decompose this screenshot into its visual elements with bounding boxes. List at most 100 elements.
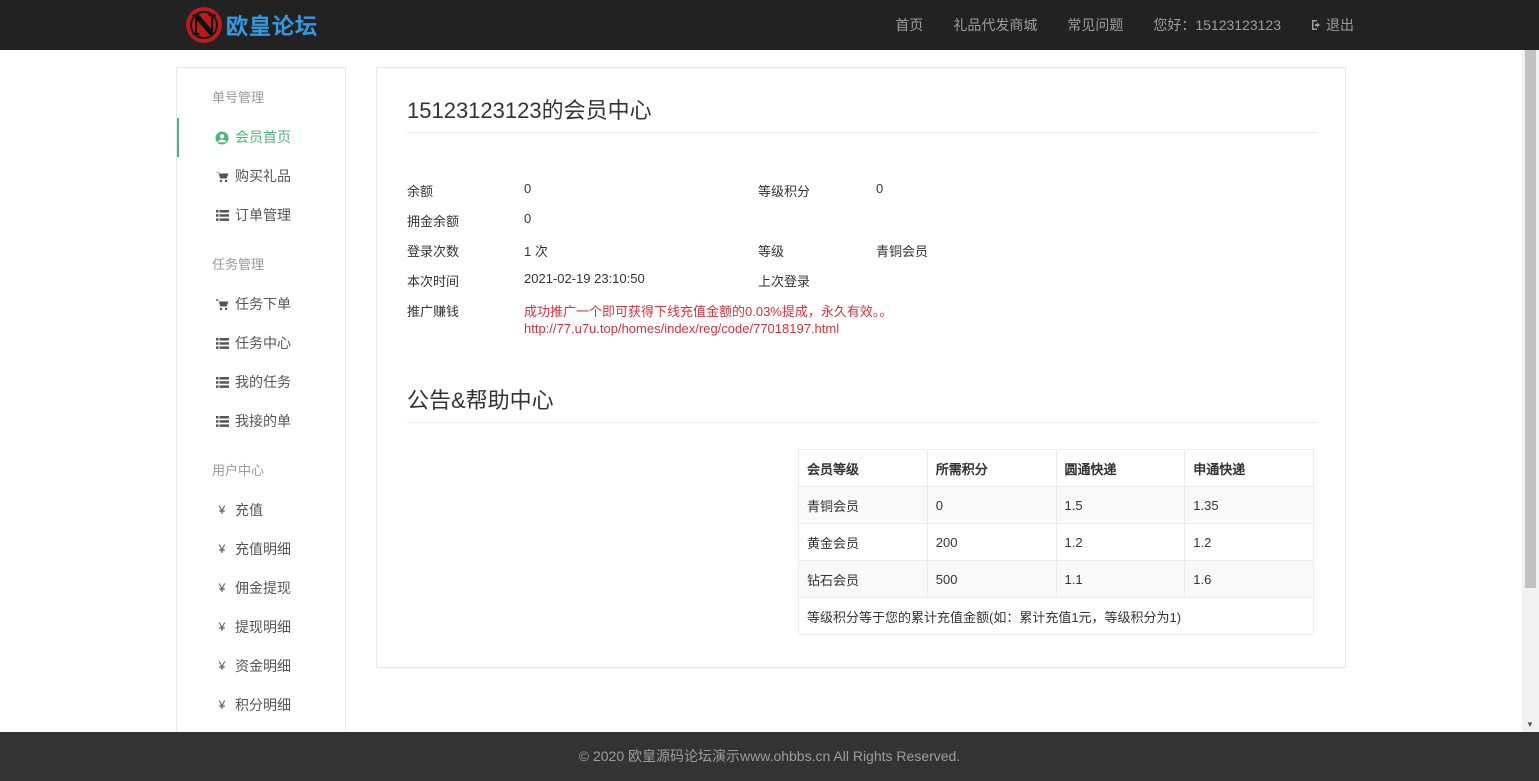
- title-divider: [407, 132, 1317, 133]
- table-row: 钻石会员 500 1.1 1.6: [799, 561, 1314, 598]
- this-time-value: 2021-02-19 23:10:50: [524, 271, 645, 286]
- table-header-row: 会员等级 所需积分 圆通快递 申通快递: [799, 450, 1314, 487]
- sidebar-item-label: 购买礼品: [235, 157, 291, 196]
- commission-label: 拥金余额: [407, 211, 459, 230]
- sidebar-item-withdraw-details[interactable]: ¥ 提现明细: [177, 608, 345, 647]
- level-value: 青铜会员: [876, 241, 928, 260]
- scrollbar-thumb[interactable]: [1525, 50, 1536, 588]
- balance-label: 余额: [407, 181, 433, 200]
- logout-icon: [1311, 19, 1323, 31]
- sidebar-item-label: 会员首页: [235, 118, 291, 157]
- table-cell: 1.2: [1056, 524, 1185, 561]
- copyright-text: © 2020 欧皇源码论坛演示www.ohbbs.cn All Rights R…: [579, 748, 960, 764]
- logout-label: 退出: [1326, 15, 1354, 35]
- page-scrollbar[interactable]: ▼: [1522, 50, 1539, 732]
- column-header: 会员等级: [799, 450, 928, 487]
- level-points-value: 0: [876, 181, 883, 196]
- sidebar-item-points-details[interactable]: ¥ 积分明细: [177, 686, 345, 725]
- sidebar-item-task-order[interactable]: 任务下单: [177, 285, 345, 324]
- table-cell: 1.1: [1056, 561, 1185, 598]
- table-cell: 500: [927, 561, 1056, 598]
- last-login-label: 上次登录: [758, 271, 810, 290]
- sidebar-item-my-tasks[interactable]: 我的任务: [177, 363, 345, 402]
- column-header: 圆通快递: [1056, 450, 1185, 487]
- logo-text: 欧皇论坛: [226, 9, 318, 41]
- yen-icon: ¥: [215, 569, 229, 608]
- table-cell: 1.35: [1185, 487, 1314, 524]
- footer: © 2020 欧皇源码论坛演示www.ohbbs.cn All Rights R…: [0, 732, 1539, 781]
- site-logo[interactable]: N 欧皇论坛: [186, 6, 318, 44]
- sidebar-item-label: 我的任务: [235, 363, 291, 402]
- promo-text: 成功推广一个即可获得下线充值金额的0.03%提成，永久有效。。: [524, 301, 892, 320]
- table-row: 青铜会员 0 1.5 1.35: [799, 487, 1314, 524]
- sidebar-item-label: 订单管理: [235, 196, 291, 235]
- sidebar-group-title: 单号管理: [177, 88, 345, 108]
- sidebar-item-buy-gift[interactable]: 购买礼品: [177, 157, 345, 196]
- sidebar-item-label: 充值: [235, 491, 263, 530]
- sidebar-item-task-center[interactable]: 任务中心: [177, 324, 345, 363]
- sidebar-item-label: 佣金提现: [235, 569, 291, 608]
- sidebar-item-order-management[interactable]: 订单管理: [177, 196, 345, 235]
- table-cell: 0: [927, 487, 1056, 524]
- column-header: 所需积分: [927, 450, 1056, 487]
- promo-link[interactable]: http://77.u7u.top/homes/index/reg/code/7…: [524, 321, 839, 336]
- list-icon: [215, 416, 229, 427]
- login-count-label: 登录次数: [407, 241, 459, 260]
- yen-icon: ¥: [215, 608, 229, 647]
- balance-value: 0: [524, 181, 531, 196]
- table-cell: 1.5: [1056, 487, 1185, 524]
- yen-icon: ¥: [215, 491, 229, 530]
- sidebar-item-label: 积分明细: [235, 686, 291, 725]
- help-center-title: 公告&帮助中心: [407, 383, 554, 415]
- sidebar-group-title: 任务管理: [177, 255, 345, 275]
- sidebar-item-label: 提现明细: [235, 608, 291, 647]
- sidebar-item-label: 任务中心: [235, 324, 291, 363]
- nav-home-link[interactable]: 首页: [895, 15, 923, 35]
- nav-gift-mall-link[interactable]: 礼品代发商城: [953, 15, 1037, 35]
- table-cell: 青铜会员: [799, 487, 928, 524]
- cart-icon: [215, 299, 229, 311]
- sidebar-group-title: 用户中心: [177, 461, 345, 481]
- member-center-panel: 15123123123的会员中心 余额 0 等级积分 0 拥金余额 0 登录次数…: [376, 67, 1346, 668]
- this-time-label: 本次时间: [407, 271, 459, 290]
- list-icon: [215, 377, 229, 388]
- sidebar-item-label: 任务下单: [235, 285, 291, 324]
- sidebar-item-member-home[interactable]: 会员首页: [177, 118, 345, 157]
- yen-icon: ¥: [215, 647, 229, 686]
- levels-note: 等级积分等于您的累计充值金额(如：累计充值1元，等级积分为1): [799, 598, 1314, 635]
- sidebar-item-commission-withdraw[interactable]: ¥ 佣金提现: [177, 569, 345, 608]
- nav-faq-link[interactable]: 常见问题: [1067, 15, 1123, 35]
- cart-icon: [215, 171, 229, 183]
- page-title: 15123123123的会员中心: [407, 93, 652, 125]
- sidebar-item-label: 资金明细: [235, 647, 291, 686]
- promo-label: 推广赚钱: [407, 301, 459, 320]
- nav-logout-link[interactable]: 退出: [1311, 15, 1354, 35]
- scroll-down-arrow-icon[interactable]: ▼: [1526, 720, 1534, 729]
- list-icon: [215, 338, 229, 349]
- yen-icon: ¥: [215, 530, 229, 569]
- login-count-value: 1 次: [524, 241, 548, 260]
- sidebar-item-label: 我接的单: [235, 402, 291, 441]
- sidebar: 单号管理 会员首页 购买礼品 订单管理 任务管理 任务下单 任务中心 我的任务 …: [176, 67, 346, 747]
- table-cell: 钻石会员: [799, 561, 928, 598]
- top-nav: 首页 礼品代发商城 常见问题 您好：15123123123 退出: [865, 0, 1354, 50]
- list-icon: [215, 210, 229, 221]
- table-cell: 1.2: [1185, 524, 1314, 561]
- help-divider: [407, 422, 1317, 423]
- commission-value: 0: [524, 211, 531, 226]
- table-note-row: 等级积分等于您的累计充值金额(如：累计充值1元，等级积分为1): [799, 598, 1314, 635]
- sidebar-item-recharge[interactable]: ¥ 充值: [177, 491, 345, 530]
- sidebar-item-fund-details[interactable]: ¥ 资金明细: [177, 647, 345, 686]
- table-cell: 1.6: [1185, 561, 1314, 598]
- yen-icon: ¥: [215, 686, 229, 725]
- sidebar-item-accepted-orders[interactable]: 我接的单: [177, 402, 345, 441]
- sidebar-item-recharge-details[interactable]: ¥ 充值明细: [177, 530, 345, 569]
- table-cell: 200: [927, 524, 1056, 561]
- level-points-label: 等级积分: [758, 181, 810, 200]
- logo-mark-icon: N: [186, 7, 222, 43]
- column-header: 申通快递: [1185, 450, 1314, 487]
- nav-user-greeting-link[interactable]: 您好：15123123123: [1153, 15, 1281, 35]
- user-circle-icon: [215, 131, 229, 145]
- member-levels-table: 会员等级 所需积分 圆通快递 申通快递 青铜会员 0 1.5 1.35 黄金会员…: [798, 449, 1314, 635]
- level-label: 等级: [758, 241, 784, 260]
